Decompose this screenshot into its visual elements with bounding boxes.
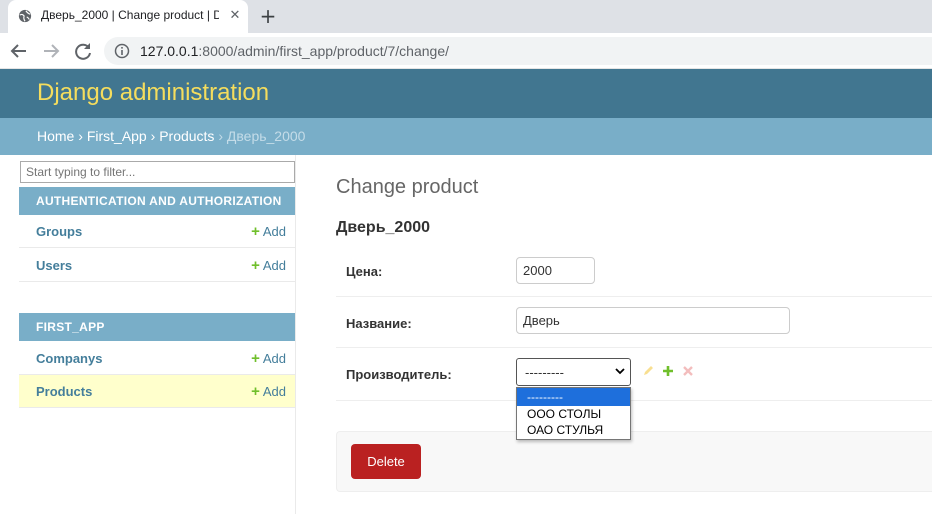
add-label: Add xyxy=(262,224,286,239)
breadcrumb-model[interactable]: Products xyxy=(159,128,214,144)
submit-row: Delete xyxy=(336,431,932,492)
dropdown-option[interactable]: --------- xyxy=(517,388,630,406)
sidebar-item-products: Products + Add xyxy=(19,375,295,408)
form-row-price: Цена: xyxy=(336,245,932,297)
add-companys-link[interactable]: + Add xyxy=(251,350,286,367)
new-tab-icon[interactable]: + xyxy=(256,4,280,28)
plus-icon: + xyxy=(251,383,260,400)
dropdown-option[interactable]: ОАО СТУЛЬЯ xyxy=(517,422,630,438)
model-link-users[interactable]: Users xyxy=(36,258,72,273)
breadcrumb-home[interactable]: Home xyxy=(37,128,74,144)
site-branding[interactable]: Django administration xyxy=(37,79,269,107)
admin-header: Django administration xyxy=(0,69,932,118)
add-label: Add xyxy=(262,258,286,273)
breadcrumb-separator: › xyxy=(150,128,156,144)
browser-tab[interactable]: Дверь_2000 | Change product | D ✕ xyxy=(8,0,248,33)
plus-icon[interactable] xyxy=(662,365,674,377)
sidebar-item-groups: Groups + Add xyxy=(19,215,295,248)
tab-title: Дверь_2000 | Change product | D xyxy=(41,8,219,22)
pencil-icon[interactable] xyxy=(642,365,654,377)
name-input[interactable] xyxy=(516,307,790,334)
plus-icon: + xyxy=(251,350,260,367)
form-row-maker: Производитель: --------- xyxy=(336,348,932,401)
globe-icon xyxy=(18,9,32,23)
forward-arrow-icon[interactable] xyxy=(40,40,62,62)
dropdown-option[interactable]: ООО СТОЛЫ xyxy=(517,406,630,422)
sidebar-item-users: Users + Add xyxy=(19,249,295,282)
maker-select[interactable]: --------- xyxy=(516,358,631,386)
name-label: Название: xyxy=(346,316,412,331)
nav-sidebar: AUTHENTICATION AND AUTHORIZATION Groups … xyxy=(19,155,296,514)
breadcrumb: Home › First_App › Products › Дверь_2000 xyxy=(0,118,932,155)
delete-button[interactable]: Delete xyxy=(351,444,421,479)
model-link-companys[interactable]: Companys xyxy=(36,351,102,366)
breadcrumb-current: Дверь_2000 xyxy=(226,128,306,144)
price-label: Цена: xyxy=(346,264,383,279)
add-users-link[interactable]: + Add xyxy=(251,257,286,274)
price-input[interactable] xyxy=(516,257,595,284)
browser-tab-bar: Дверь_2000 | Change product | D ✕ + xyxy=(0,0,932,33)
form-row-name: Название: xyxy=(336,297,932,348)
sidebar-filter-input[interactable] xyxy=(20,161,295,183)
model-link-groups[interactable]: Groups xyxy=(36,224,82,239)
breadcrumb-app[interactable]: First_App xyxy=(87,128,147,144)
info-icon[interactable] xyxy=(114,43,130,59)
address-bar[interactable]: 127.0.0.1:8000/admin/first_app/product/7… xyxy=(104,37,932,65)
plus-icon: + xyxy=(251,223,260,240)
sidebar-item-companys: Companys + Add xyxy=(19,342,295,375)
delete-x-icon[interactable] xyxy=(682,365,694,377)
page-title: Change product xyxy=(336,176,479,198)
back-arrow-icon[interactable] xyxy=(8,40,30,62)
add-groups-link[interactable]: + Add xyxy=(251,223,286,240)
breadcrumb-separator: › xyxy=(218,128,223,144)
browser-toolbar: 127.0.0.1:8000/admin/first_app/product/7… xyxy=(0,33,932,69)
maker-select-value: --------- xyxy=(525,365,564,380)
module-caption-auth[interactable]: AUTHENTICATION AND AUTHORIZATION xyxy=(19,187,295,215)
model-link-products[interactable]: Products xyxy=(36,384,92,399)
url-host: 127.0.0.1 xyxy=(140,43,199,59)
chevron-down-icon xyxy=(615,368,625,375)
add-label: Add xyxy=(262,384,286,399)
plus-icon: + xyxy=(251,257,260,274)
url-path: :8000/admin/first_app/product/7/change/ xyxy=(198,43,450,59)
add-label: Add xyxy=(262,351,286,366)
breadcrumb-separator: › xyxy=(78,128,83,144)
maker-label: Производитель: xyxy=(346,367,452,382)
add-products-link[interactable]: + Add xyxy=(251,383,286,400)
object-title: Дверь_2000 xyxy=(336,219,431,236)
module-caption-first-app[interactable]: FIRST_APP xyxy=(19,313,295,341)
maker-dropdown-list: --------- ООО СТОЛЫ ОАО СТУЛЬЯ xyxy=(516,387,631,440)
reload-icon[interactable] xyxy=(72,40,94,62)
close-tab-icon[interactable]: ✕ xyxy=(226,7,244,25)
url-text: 127.0.0.1:8000/admin/first_app/product/7… xyxy=(140,43,449,59)
